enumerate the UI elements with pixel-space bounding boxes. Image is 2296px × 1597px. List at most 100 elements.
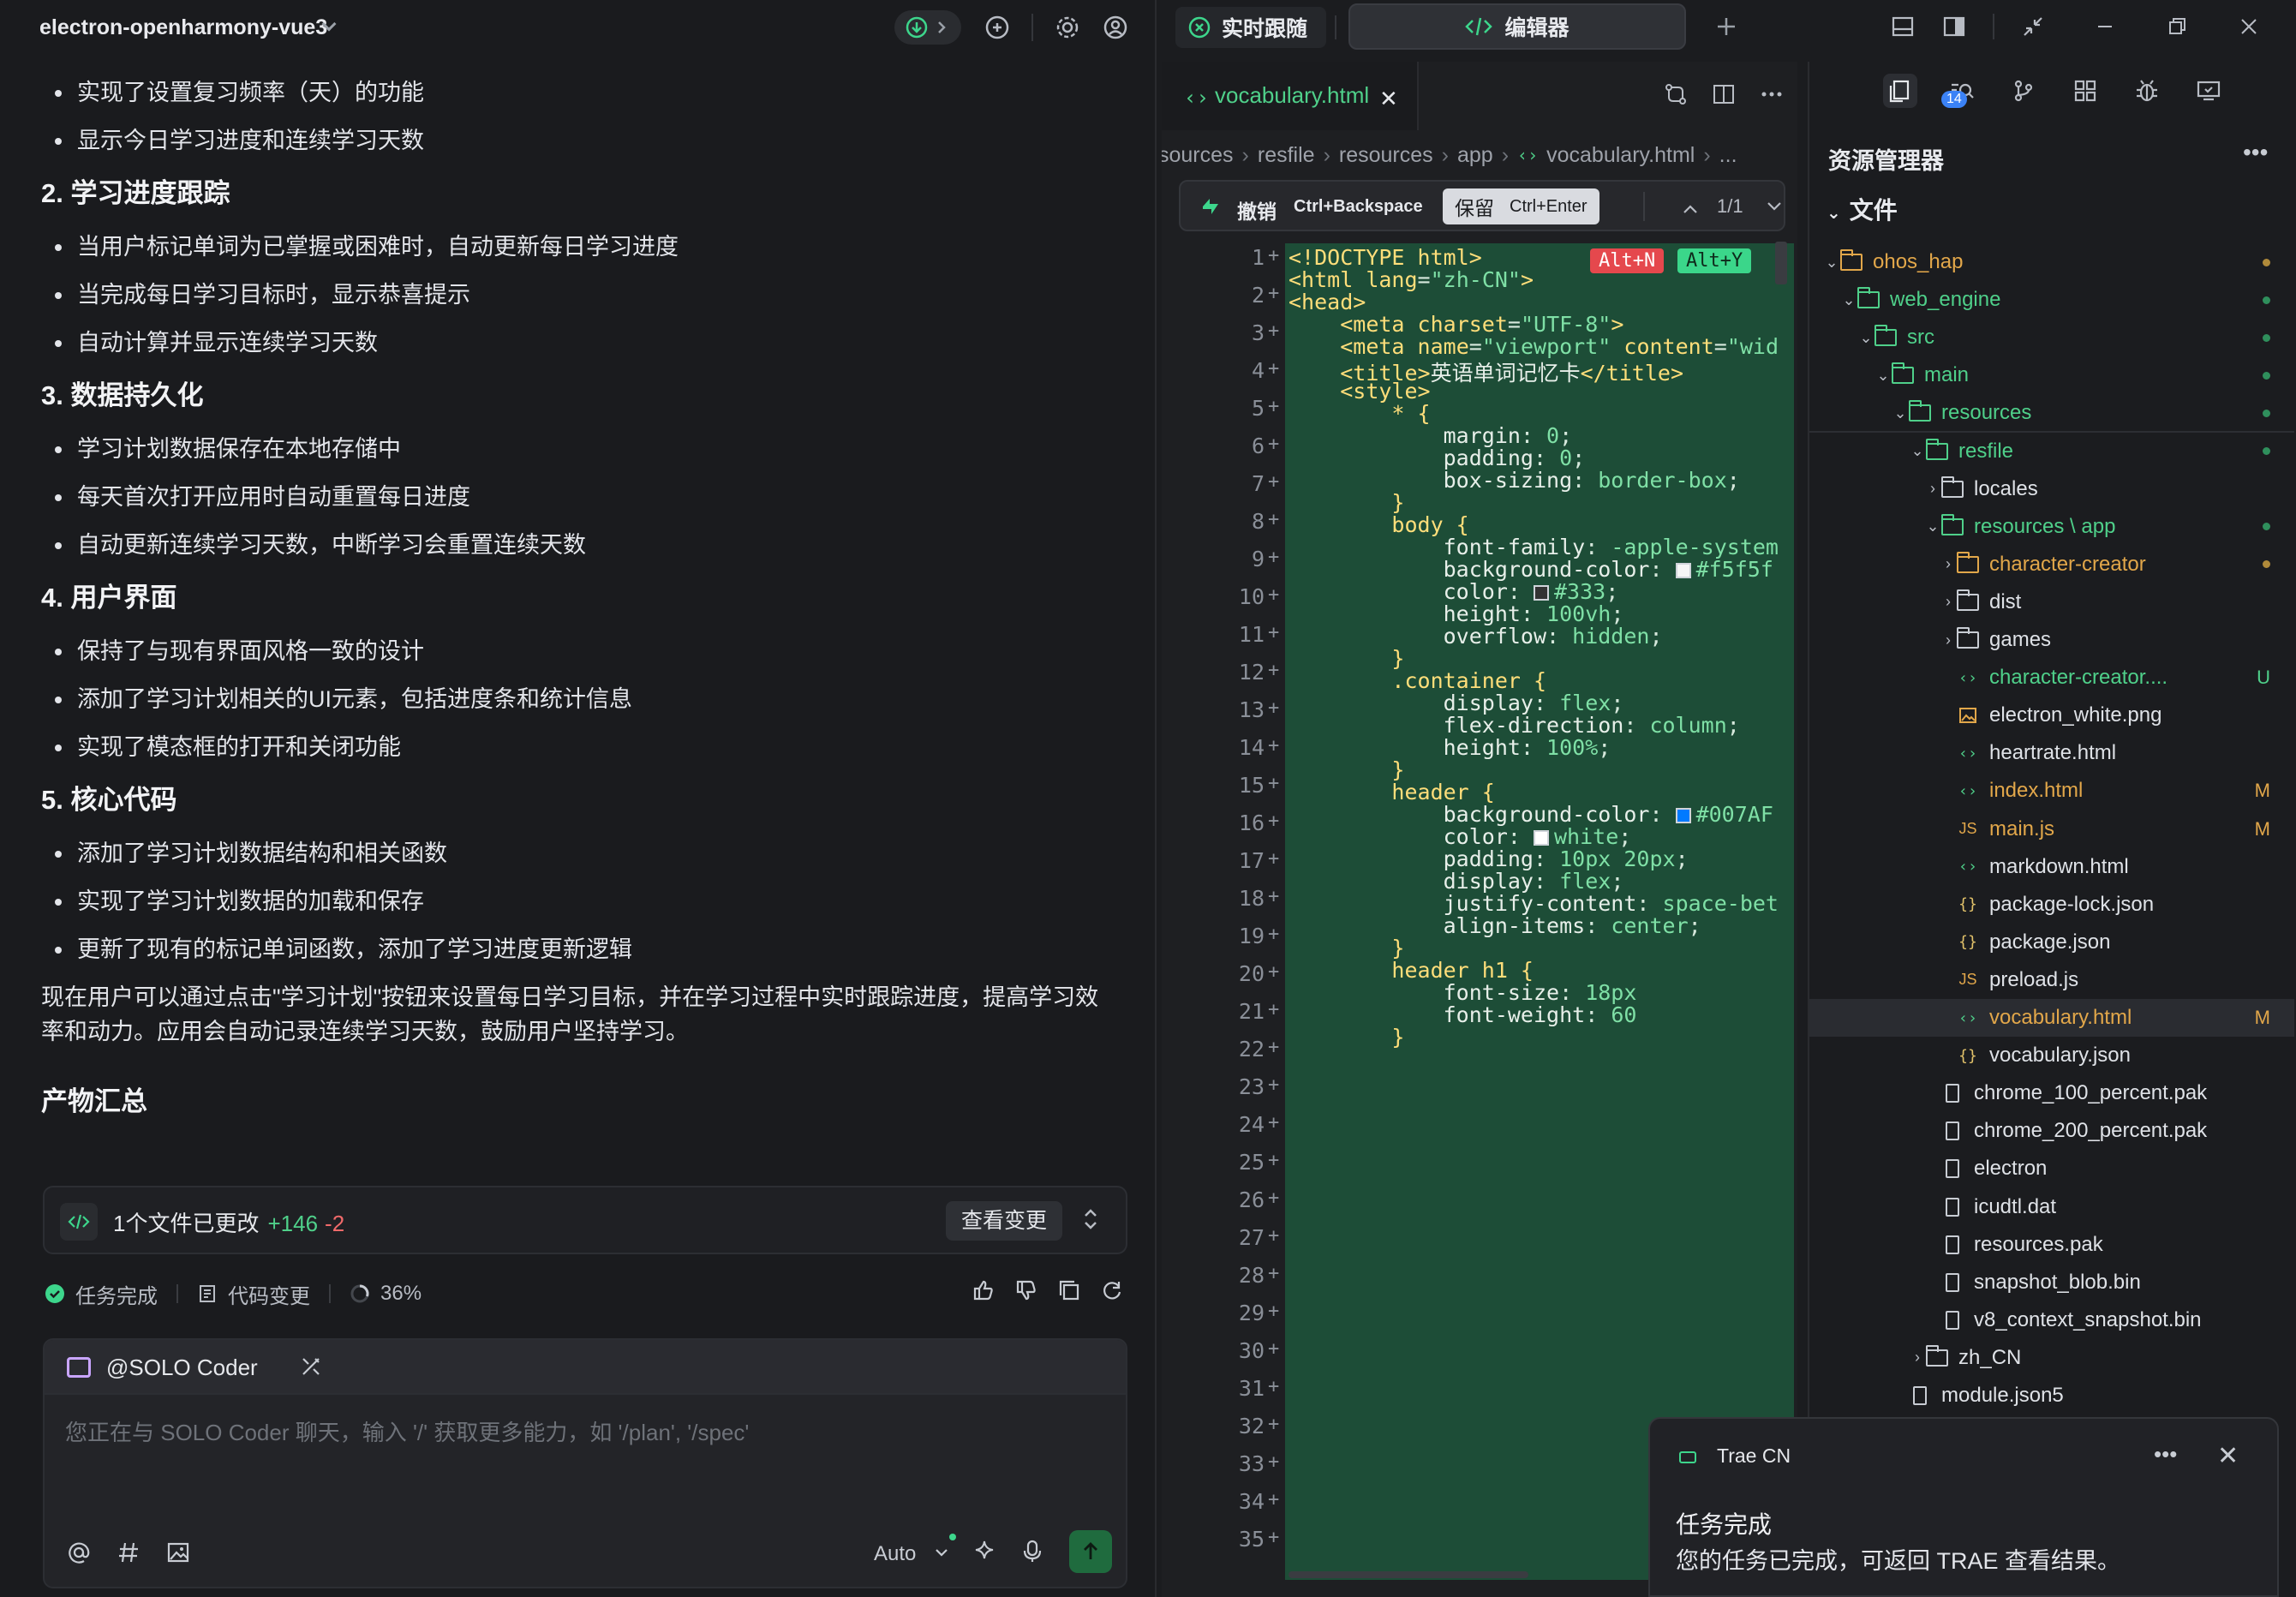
editor-file-tab[interactable]: ‹› vocabulary.html ✕ (1162, 62, 1419, 130)
new-chat-icon[interactable] (980, 10, 1014, 45)
breadcrumb-item[interactable]: resources (1339, 143, 1433, 168)
tree-file[interactable]: module.json5 (1809, 1377, 2294, 1415)
tree-file[interactable]: ‹› markdown.html (1809, 848, 2294, 886)
breadcrumb-item[interactable]: resfile (1258, 143, 1315, 168)
feedback-actions (972, 1278, 1124, 1302)
tree-folder[interactable]: ⌄ src (1809, 319, 2294, 356)
sparkle-icon[interactable] (973, 1539, 999, 1564)
tree-file[interactable]: JS preload.js (1809, 961, 2294, 999)
undo-shortcut: Ctrl+Backspace (1294, 197, 1423, 216)
top-bar: 实时跟随 编辑器 (1158, 0, 2296, 55)
tree-file[interactable]: snapshot_blob.bin (1809, 1264, 2294, 1301)
mode-selector[interactable]: Auto (874, 1542, 916, 1566)
tree-folder[interactable]: ⌄ resources \ app (1809, 508, 2294, 546)
undo-button[interactable]: 撤销 (1237, 195, 1277, 224)
view-changes-button[interactable]: 查看变更 (946, 1201, 1063, 1241)
microphone-icon[interactable] (1019, 1539, 1045, 1564)
collapse-icon[interactable] (2020, 14, 2046, 39)
folder-icon (1957, 589, 1979, 612)
panel-bottom-icon[interactable] (1890, 14, 1916, 39)
close-icon[interactable]: ✕ (1379, 86, 1398, 112)
reject-shortcut-badge[interactable]: Alt+N (1590, 248, 1665, 273)
breadcrumb-item[interactable]: ... (1719, 143, 1737, 168)
code-area[interactable]: 1 +2 +3 +4 +5 +6 +7 +8 +9 +10 +11 +12 +13 +14 +15 +16 +1… (1162, 242, 1797, 1580)
tree-folder[interactable]: ⌄ resources (1809, 394, 2294, 432)
tree-file[interactable]: JS main.js M (1809, 810, 2294, 848)
tree-folder[interactable]: ⌄ ohos_hap (1809, 243, 2294, 281)
tree-file[interactable]: {} package.json (1809, 924, 2294, 961)
regenerate-icon[interactable] (1100, 1278, 1124, 1302)
project-name[interactable]: electron-openharmony-vue3 (39, 15, 327, 40)
more-icon[interactable] (1758, 81, 1785, 108)
git-status-badge: M (2254, 780, 2270, 802)
tree-file[interactable]: electron (1809, 1150, 2294, 1187)
list-item: 显示今日学习进度和连续学习天数 (41, 117, 1121, 164)
file-icon (1941, 1235, 1964, 1254)
chevron-up-icon[interactable] (1681, 202, 1700, 216)
agent-selector[interactable]: @SOLO Coder (45, 1340, 1126, 1395)
more-icon[interactable]: ••• (2154, 1441, 2177, 1468)
tree-folder[interactable]: ⌄ main (1809, 356, 2294, 394)
folder-icon (1909, 400, 1931, 422)
keep-button[interactable]: 保留 Ctrl+Enter (1443, 188, 1599, 224)
chat-input-placeholder[interactable]: 您正在与 SOLO Coder 聊天，输入 '/' 获取更多能力，如 '/pla… (65, 1415, 749, 1447)
line-number: 29 (1238, 1301, 1265, 1325)
tree-file[interactable]: resources.pak (1809, 1226, 2294, 1264)
tree-folder[interactable]: › dist (1809, 583, 2294, 621)
breadcrumb-item[interactable]: sources (1162, 143, 1234, 168)
thumbs-down-icon[interactable] (1014, 1278, 1038, 1302)
download-status-pill[interactable] (894, 10, 961, 45)
tree-folder[interactable]: › zh_CN (1809, 1339, 2294, 1377)
tree-folder[interactable]: › games (1809, 621, 2294, 659)
tab-editor[interactable]: 编辑器 (1348, 3, 1686, 50)
chevron-down-icon[interactable] (934, 1542, 949, 1563)
minimize-icon[interactable] (2092, 14, 2118, 39)
restore-icon[interactable] (2164, 14, 2190, 39)
send-button[interactable] (1069, 1530, 1112, 1573)
panel-right-icon[interactable] (1941, 14, 1967, 39)
tree-folder[interactable]: › character-creator (1809, 546, 2294, 583)
tree-file[interactable]: ‹› character-creator.... U (1809, 659, 2294, 697)
chat-input-box[interactable]: @SOLO Coder 您正在与 SOLO Coder 聊天，输入 '/' 获取… (43, 1338, 1127, 1588)
plus-icon[interactable] (1713, 14, 1739, 39)
mention-icon[interactable] (65, 1539, 93, 1566)
account-icon[interactable] (1098, 10, 1133, 45)
copy-icon[interactable] (1057, 1278, 1081, 1302)
code-changes-link[interactable]: 代码变更 (197, 1279, 310, 1309)
chevron-down-icon[interactable] (1765, 197, 1784, 216)
close-icon[interactable]: ✕ (2217, 1441, 2239, 1471)
image-icon[interactable] (164, 1539, 192, 1566)
changed-files-card[interactable]: 1个文件已更改 +146 -2 查看变更 (43, 1186, 1127, 1254)
tree-item-label: chrome_200_percent.pak (1974, 1119, 2208, 1143)
compare-icon[interactable] (1662, 81, 1689, 108)
tree-folder[interactable]: › locales (1809, 470, 2294, 508)
tree-file[interactable]: chrome_100_percent.pak (1809, 1074, 2294, 1112)
vertical-scrollbar[interactable] (1775, 242, 1787, 284)
tree-file[interactable]: icudtl.dat (1809, 1188, 2294, 1226)
accept-shortcut-badge[interactable]: Alt+Y (1677, 248, 1752, 273)
hashtag-icon[interactable] (115, 1539, 142, 1566)
tree-folder[interactable]: ⌄ resfile (1809, 433, 2294, 470)
line-number: 34 (1238, 1489, 1265, 1514)
tree-file[interactable]: chrome_200_percent.pak (1809, 1112, 2294, 1150)
tree-folder[interactable]: ⌄ web_engine (1809, 281, 2294, 319)
expand-icon[interactable] (1081, 1206, 1100, 1232)
tree-file[interactable]: ‹› vocabulary.html M (1809, 999, 2294, 1037)
tree-file[interactable]: {} package-lock.json (1809, 886, 2294, 924)
tools-icon[interactable] (300, 1355, 322, 1378)
thumbs-up-icon[interactable] (972, 1278, 996, 1302)
tree-file[interactable]: ‹› heartrate.html (1809, 734, 2294, 772)
tree-file[interactable]: {} vocabulary.json (1809, 1037, 2294, 1074)
horizontal-scrollbar[interactable] (1289, 1571, 1528, 1578)
split-editor-icon[interactable] (1710, 81, 1737, 108)
added-line-marker: + (1268, 1414, 1280, 1435)
tree-file[interactable]: electron_white.png (1809, 697, 2294, 734)
breadcrumb-item[interactable]: vocabulary.html (1546, 143, 1695, 168)
tree-file[interactable]: ‹› index.html M (1809, 772, 2294, 810)
close-window-icon[interactable] (2236, 14, 2262, 39)
html-file-icon: ‹› (1958, 744, 1977, 763)
tab-live-follow[interactable]: 实时跟随 (1175, 7, 1326, 48)
tree-file[interactable]: v8_context_snapshot.bin (1809, 1301, 2294, 1339)
gear-icon[interactable] (1050, 10, 1085, 45)
breadcrumb-item[interactable]: app (1457, 143, 1493, 168)
